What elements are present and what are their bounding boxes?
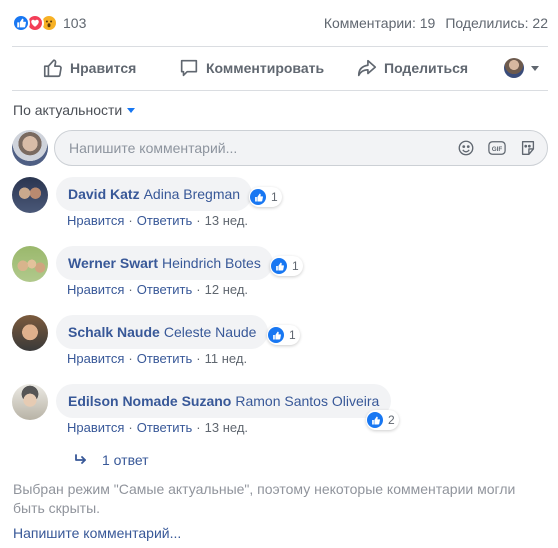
- avatar: [12, 130, 48, 166]
- reaction-count: 1: [271, 190, 278, 204]
- like-icon: [250, 189, 266, 205]
- comment-bubble: Schalk Naude Celeste Naude: [56, 315, 269, 349]
- reaction-count: 1: [289, 328, 296, 342]
- avatar: [504, 58, 524, 78]
- sort-label: По актуальности: [13, 102, 123, 118]
- reaction-count: 1: [292, 259, 299, 273]
- sticker-icon[interactable]: [519, 139, 537, 157]
- comment-mention[interactable]: Adina Bregman: [144, 186, 241, 202]
- comment-like-link[interactable]: Нравится: [67, 351, 124, 366]
- comment-input-box[interactable]: GIF: [54, 130, 548, 166]
- comment-author[interactable]: Werner Swart: [68, 255, 158, 271]
- comment-reply-link[interactable]: Ответить: [137, 420, 193, 435]
- divider: [12, 46, 548, 47]
- profile-selector[interactable]: [504, 58, 540, 78]
- svg-text:GIF: GIF: [492, 146, 503, 153]
- thumbs-up-icon: [43, 59, 62, 78]
- write-comment-link[interactable]: Напишите комментарий...: [13, 525, 181, 541]
- comment-bubble: David Katz Adina Bregman: [56, 177, 253, 211]
- separator: ·: [128, 420, 133, 435]
- engagement-counts: Комментарии: 19 Поделились: 22: [324, 15, 548, 31]
- gif-icon[interactable]: GIF: [487, 139, 507, 157]
- shares-count-link[interactable]: Поделились: 22: [445, 15, 548, 31]
- comment-timestamp[interactable]: 12 нед.: [205, 282, 248, 297]
- comment-reply-link[interactable]: Ответить: [137, 213, 193, 228]
- like-icon: [268, 327, 284, 343]
- comment-mention[interactable]: Celeste Naude: [164, 324, 257, 340]
- composer-icons: GIF: [457, 139, 537, 157]
- comment-mention[interactable]: Ramon Santos Oliveira: [235, 393, 379, 409]
- view-replies-link[interactable]: 1 ответ: [74, 452, 149, 468]
- comment-button-label: Комментировать: [206, 60, 325, 76]
- reaction-icons: [12, 14, 58, 32]
- separator: ·: [196, 282, 201, 297]
- comment-timestamp[interactable]: 13 нед.: [205, 420, 248, 435]
- separator: ·: [196, 213, 201, 228]
- comments-count-link[interactable]: Комментарии: 19: [324, 15, 436, 31]
- reaction-count: 103: [63, 15, 87, 31]
- filter-notice: Выбран режим "Самые актуальные", поэтому…: [13, 481, 516, 516]
- comment-meta: Нравится · Ответить · 11 нед.: [67, 351, 247, 366]
- like-icon: [12, 14, 30, 32]
- reactions-summary: 103 Комментарии: 19 Поделились: 22: [12, 10, 548, 36]
- share-button-label: Поделиться: [384, 60, 469, 76]
- replies-count-label: 1 ответ: [102, 452, 149, 468]
- comment-bubble-icon: [180, 59, 198, 77]
- reply-arrow-icon: [74, 454, 88, 466]
- comment-meta: Нравится · Ответить · 12 нед.: [67, 282, 248, 297]
- comment-author[interactable]: Edilson Nomade Suzano: [68, 393, 231, 409]
- separator: ·: [128, 351, 133, 366]
- comment-like-link[interactable]: Нравится: [67, 213, 124, 228]
- comment-reply-link[interactable]: Ответить: [137, 351, 193, 366]
- comment-sort-dropdown[interactable]: По актуальности: [13, 102, 136, 118]
- comment-reaction-badge[interactable]: 1: [270, 256, 303, 276]
- comment-meta: Нравится · Ответить · 13 нед.: [67, 213, 248, 228]
- separator: ·: [128, 213, 133, 228]
- comment-like-link[interactable]: Нравится: [67, 282, 124, 297]
- reaction-count: 2: [388, 413, 395, 427]
- reactions-left[interactable]: 103: [12, 14, 86, 32]
- avatar[interactable]: [12, 384, 48, 420]
- separator: ·: [128, 282, 133, 297]
- divider: [12, 90, 548, 91]
- comment-like-link[interactable]: Нравится: [67, 420, 124, 435]
- comment-button[interactable]: Комментировать: [178, 57, 324, 79]
- comment-timestamp[interactable]: 13 нед.: [205, 213, 248, 228]
- comment-meta: Нравится · Ответить · 13 нед.: [67, 420, 248, 435]
- comment-input[interactable]: [69, 140, 457, 156]
- caret-down-icon: [531, 66, 539, 71]
- comment-reaction-badge[interactable]: 1: [249, 187, 282, 207]
- comment-reaction-badge[interactable]: 1: [267, 325, 300, 345]
- comment-timestamp[interactable]: 11 нед.: [205, 351, 247, 366]
- share-button[interactable]: Поделиться: [356, 57, 468, 79]
- comment-reaction-badge[interactable]: 2: [366, 410, 399, 430]
- comment-bubble: Edilson Nomade Suzano Ramon Santos Olive…: [56, 384, 392, 418]
- avatar[interactable]: [12, 315, 48, 351]
- emoji-icon[interactable]: [457, 139, 475, 157]
- avatar[interactable]: [12, 246, 48, 282]
- comment-author[interactable]: David Katz: [68, 186, 140, 202]
- comment-reply-link[interactable]: Ответить: [137, 282, 193, 297]
- like-icon: [367, 412, 383, 428]
- comment-bubble: Werner Swart Heindrich Botes: [56, 246, 273, 280]
- separator: ·: [196, 351, 201, 366]
- like-icon: [271, 258, 287, 274]
- comment-mention[interactable]: Heindrich Botes: [162, 255, 261, 271]
- like-button-label: Нравится: [70, 60, 137, 76]
- separator: ·: [196, 420, 201, 435]
- share-arrow-icon: [357, 59, 377, 77]
- action-bar: Нравится Комментировать Поделиться: [12, 52, 548, 84]
- comment-composer: GIF: [12, 129, 548, 167]
- caret-down-icon: [127, 107, 136, 113]
- comment-author[interactable]: Schalk Naude: [68, 324, 160, 340]
- like-button[interactable]: Нравится: [42, 57, 136, 79]
- avatar[interactable]: [12, 177, 48, 213]
